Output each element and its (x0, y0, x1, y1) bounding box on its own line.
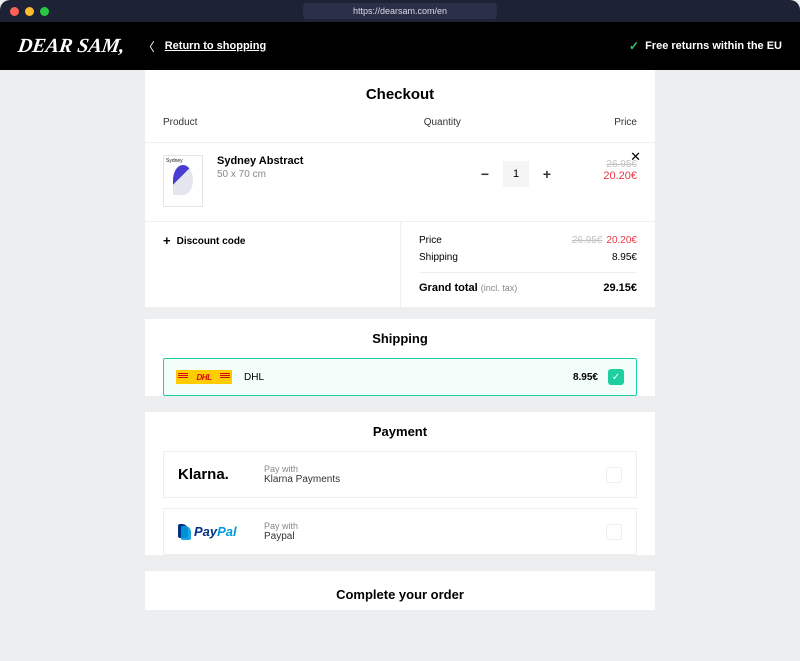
maximize-window-icon[interactable] (40, 7, 49, 16)
product-dimensions: 50 x 70 cm (217, 169, 367, 180)
paypal-logo-icon: PayPal (178, 524, 254, 540)
sale-price: 20.20€ (585, 170, 637, 182)
totals-panel: Price 26.95€20.20€ Shipping 8.95€ Grand … (400, 222, 655, 307)
cart-item-row: ✕ Sydney Sydney Abstract 50 x 70 cm − 1 … (145, 142, 655, 221)
grand-total-value: 29.15€ (603, 282, 637, 294)
column-headers: Product Quantity Price (145, 117, 655, 142)
close-window-icon[interactable] (10, 7, 19, 16)
totals-shipping-value: 8.95€ (612, 252, 637, 263)
totals-price-sale: 20.20€ (606, 235, 637, 246)
plus-icon: + (163, 236, 171, 246)
increase-quantity-button[interactable]: + (539, 166, 555, 182)
cart-card: Checkout Product Quantity Price ✕ Sydney… (145, 70, 655, 307)
shipping-title: Shipping (145, 319, 655, 358)
payment-option-paypal[interactable]: PayPal Pay with Paypal (163, 508, 637, 555)
url-bar[interactable]: https://dearsam.com/en (303, 3, 497, 19)
dhl-logo-icon: DHL (176, 370, 232, 384)
minimize-window-icon[interactable] (25, 7, 34, 16)
complete-order-title: Complete your order (145, 571, 655, 610)
klarna-logo-icon: Klarna. (178, 466, 254, 483)
remove-item-button[interactable]: ✕ (630, 149, 641, 165)
quantity-stepper: − 1 + (477, 161, 555, 187)
shipping-card: Shipping DHL DHL 8.95€ ✓ (145, 319, 655, 396)
payment-radio[interactable] (606, 524, 622, 540)
payment-method-name: Klarna Payments (264, 474, 340, 485)
discount-label: Discount code (177, 236, 246, 247)
grand-total-label: Grand total (419, 282, 478, 294)
site-logo[interactable]: DEAR SAM, (16, 35, 126, 58)
back-to-shopping[interactable]: 〈 Return to shopping (143, 38, 266, 55)
shipping-option-dhl[interactable]: DHL DHL 8.95€ ✓ (163, 358, 637, 396)
grand-total-sublabel: (incl. tax) (481, 283, 518, 293)
thumbnail-art (173, 165, 193, 195)
back-link-label: Return to shopping (165, 40, 266, 52)
product-thumbnail[interactable]: Sydney (163, 155, 203, 207)
shipping-carrier-name: DHL (244, 372, 264, 383)
totals-shipping-label: Shipping (419, 252, 458, 263)
browser-chrome: https://dearsam.com/en (0, 0, 800, 22)
payment-title: Payment (145, 412, 655, 451)
discount-code-toggle[interactable]: + Discount code (145, 222, 400, 307)
quantity-value: 1 (503, 161, 529, 187)
col-quantity: Quantity (424, 117, 533, 128)
col-product: Product (163, 117, 424, 128)
totals-price-label: Price (419, 235, 442, 246)
shipping-selected-check-icon: ✓ (608, 369, 624, 385)
window-controls (10, 7, 49, 16)
product-name: Sydney Abstract (217, 155, 367, 167)
chevron-left-icon: 〈 (143, 38, 155, 55)
checkout-title: Checkout (145, 70, 655, 117)
complete-order-card: Complete your order (145, 571, 655, 610)
totals-price-original: 26.95€ (572, 235, 603, 246)
payment-method-name: Paypal (264, 531, 298, 542)
payment-option-klarna[interactable]: Klarna. Pay with Klarna Payments (163, 451, 637, 498)
pay-with-label: Pay with (264, 464, 340, 474)
payment-radio[interactable] (606, 467, 622, 483)
paypal-mark-icon (178, 524, 192, 540)
check-icon: ✓ (629, 39, 639, 53)
shipping-option-price: 8.95€ (573, 372, 598, 383)
decrease-quantity-button[interactable]: − (477, 166, 493, 182)
free-returns-badge: ✓ Free returns within the EU (629, 39, 782, 53)
free-returns-label: Free returns within the EU (645, 40, 782, 52)
site-header: DEAR SAM, 〈 Return to shopping ✓ Free re… (0, 22, 800, 70)
col-price: Price (533, 117, 637, 128)
pay-with-label: Pay with (264, 521, 298, 531)
payment-card: Payment Klarna. Pay with Klarna Payments… (145, 412, 655, 555)
